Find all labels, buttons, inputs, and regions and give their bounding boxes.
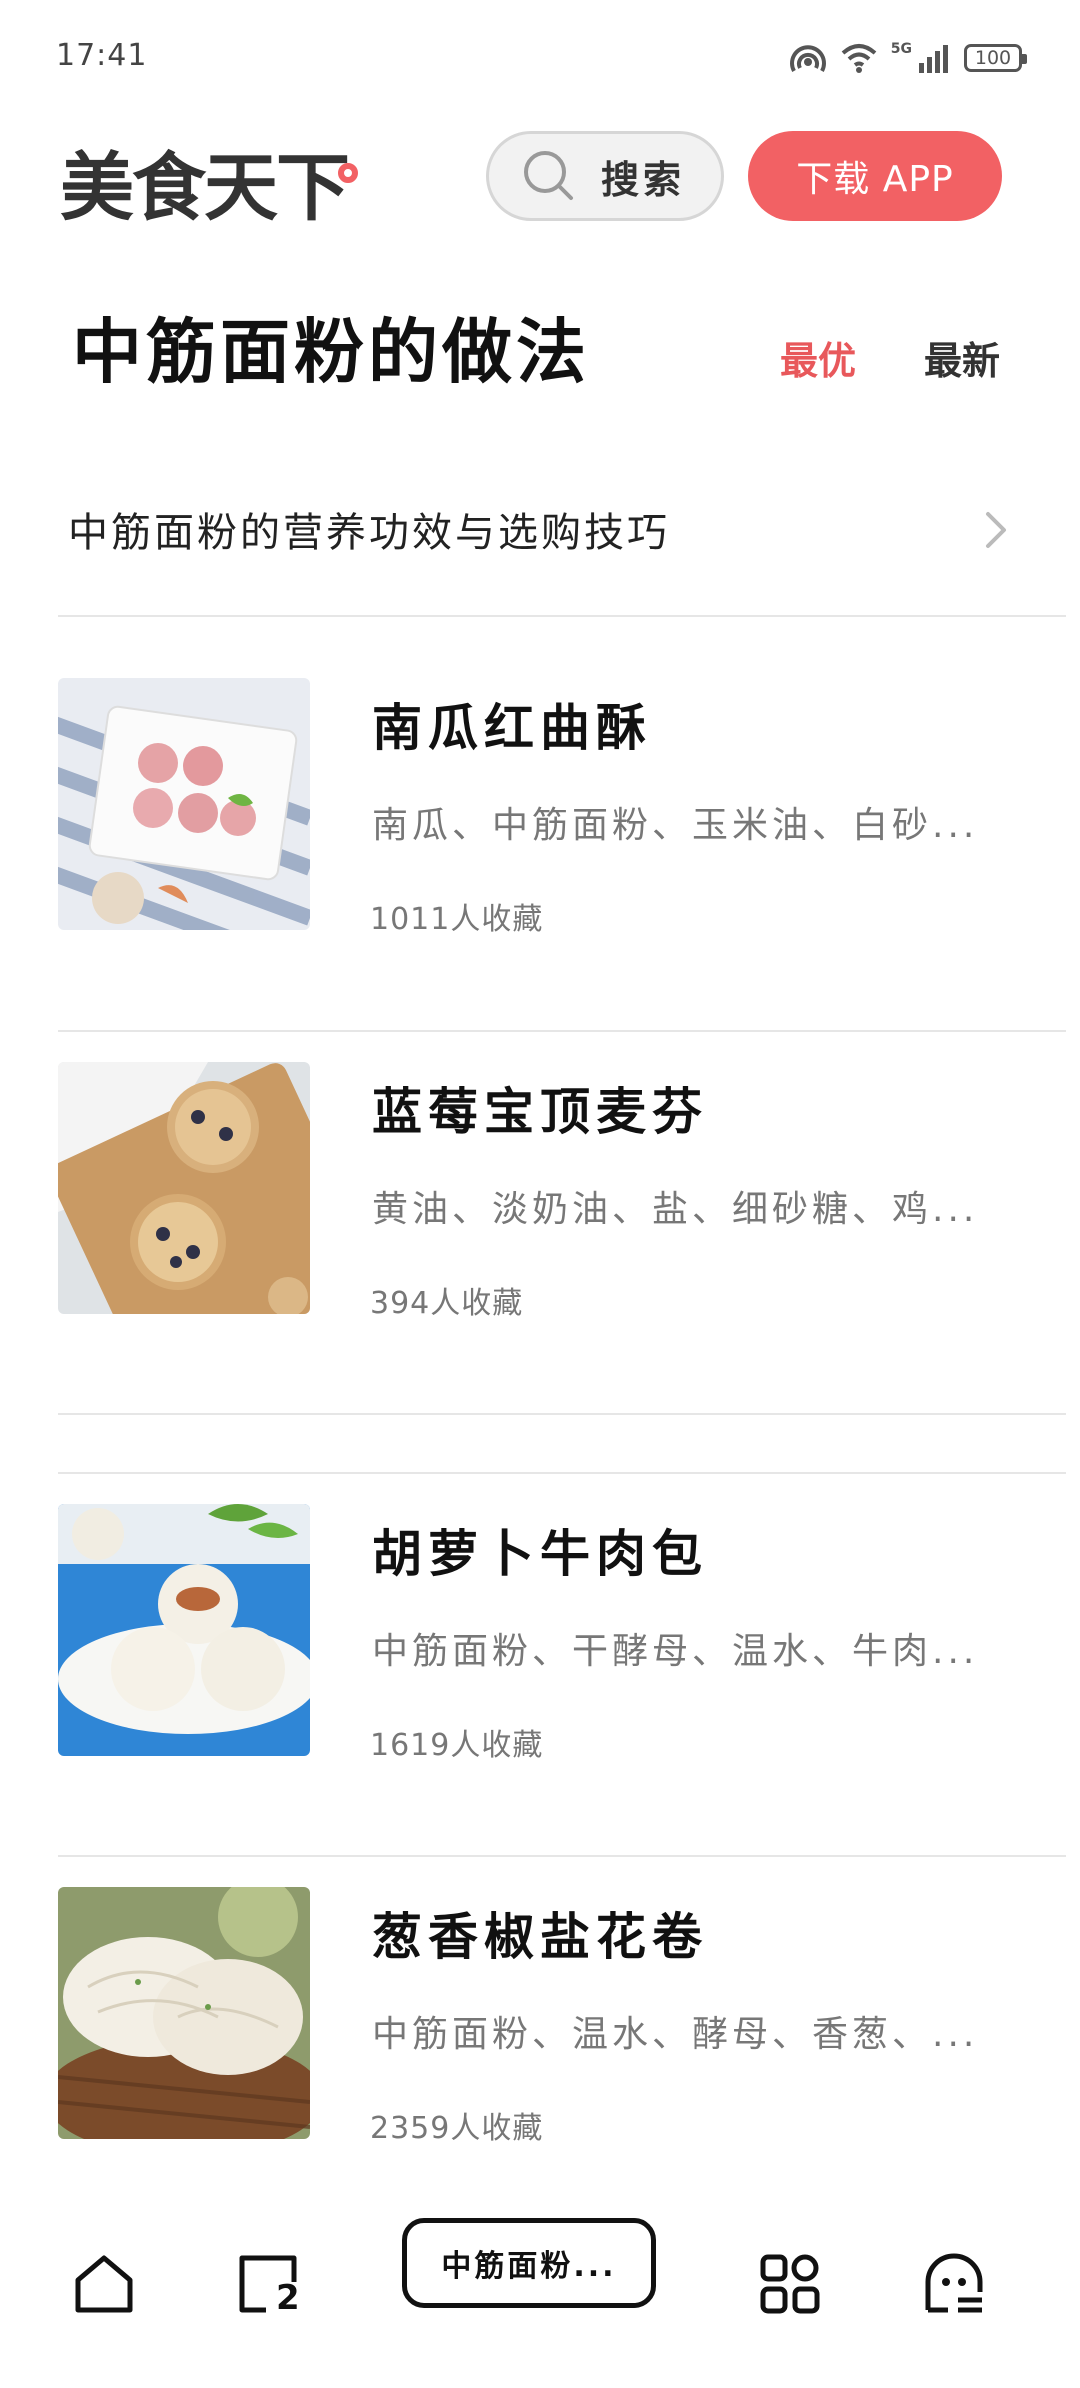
recipe-ingredients: 黄油、淡奶油、盐、细砂糖、鸡... bbox=[372, 1189, 979, 1230]
tabs-button[interactable]: 2 bbox=[236, 2252, 300, 2318]
divider bbox=[58, 1472, 1066, 1474]
search-button[interactable]: 搜索 bbox=[486, 131, 724, 221]
divider bbox=[58, 615, 1066, 617]
hotspot-icon bbox=[789, 45, 826, 72]
recipe-name: 葱香椒盐花卷 bbox=[372, 1908, 708, 1966]
tab-count: 2 bbox=[276, 2278, 300, 2318]
home-icon[interactable] bbox=[72, 2252, 136, 2316]
signal-icon bbox=[919, 45, 948, 73]
recipe-name: 胡萝卜牛肉包 bbox=[372, 1525, 708, 1583]
logo-dot-icon bbox=[338, 163, 358, 183]
recipe-ingredients: 中筋面粉、温水、酵母、香葱、... bbox=[372, 2014, 979, 2055]
site-logo[interactable]: 美食天下 bbox=[60, 128, 350, 235]
nutrition-tips-link[interactable]: 中筋面粉的营养功效与选购技巧 bbox=[0, 470, 1080, 580]
recipe-thumbnail bbox=[58, 678, 310, 930]
status-bar: 17:41 5G 100 bbox=[0, 0, 1080, 110]
divider bbox=[58, 1413, 1066, 1415]
recipe-favorites: 2359人收藏 bbox=[370, 2111, 544, 2146]
recipe-favorites: 1619人收藏 bbox=[370, 1728, 544, 1763]
network-type: 5G bbox=[890, 41, 912, 57]
apps-icon[interactable] bbox=[758, 2252, 822, 2316]
recipe-thumbnail bbox=[58, 1062, 310, 1314]
recipe-favorites: 394人收藏 bbox=[370, 1286, 524, 1321]
divider bbox=[58, 1030, 1066, 1032]
divider bbox=[58, 1855, 1066, 1857]
recipe-ingredients: 南瓜、中筋面粉、玉米油、白砂... bbox=[372, 805, 979, 846]
bottom-nav: 2 中筋面粉... bbox=[0, 2200, 1080, 2388]
chevron-right-icon bbox=[986, 512, 1006, 548]
search-icon bbox=[524, 151, 573, 200]
tab-best[interactable]: 最优 bbox=[780, 330, 856, 385]
profile-icon[interactable] bbox=[922, 2252, 986, 2316]
recipe-name: 南瓜红曲酥 bbox=[372, 699, 652, 757]
recipe-ingredients: 中筋面粉、干酵母、温水、牛肉... bbox=[372, 1631, 979, 1672]
tab-newest[interactable]: 最新 bbox=[924, 330, 1000, 385]
recipe-thumbnail bbox=[58, 1504, 310, 1756]
search-label: 搜索 bbox=[601, 157, 686, 202]
status-icons: 5G 100 bbox=[789, 38, 1027, 78]
wifi-icon bbox=[841, 44, 877, 73]
current-tab-button[interactable]: 中筋面粉... bbox=[402, 2218, 656, 2308]
page-title: 中筋面粉的做法 bbox=[72, 311, 590, 393]
recipe-thumbnail bbox=[58, 1887, 310, 2139]
recipe-favorites: 1011人收藏 bbox=[370, 902, 544, 937]
battery-icon: 100 bbox=[964, 44, 1027, 72]
recipe-item[interactable]: 葱香椒盐花卷 中筋面粉、温水、酵母、香葱、... 2359人收藏 bbox=[0, 1887, 1080, 2187]
download-app-button[interactable]: 下载 APP bbox=[748, 131, 1002, 221]
recipe-item[interactable]: 蓝莓宝顶麦芬 黄油、淡奶油、盐、细砂糖、鸡... 394人收藏 bbox=[0, 1062, 1080, 1362]
battery-level: 100 bbox=[974, 47, 1012, 69]
recipe-name: 蓝莓宝顶麦芬 bbox=[372, 1083, 708, 1141]
status-time: 17:41 bbox=[56, 38, 148, 73]
tips-link-label: 中筋面粉的营养功效与选购技巧 bbox=[68, 510, 670, 556]
recipe-item[interactable]: 南瓜红曲酥 南瓜、中筋面粉、玉米油、白砂... 1011人收藏 bbox=[0, 678, 1080, 978]
recipe-item[interactable]: 胡萝卜牛肉包 中筋面粉、干酵母、温水、牛肉... 1619人收藏 bbox=[0, 1504, 1080, 1804]
